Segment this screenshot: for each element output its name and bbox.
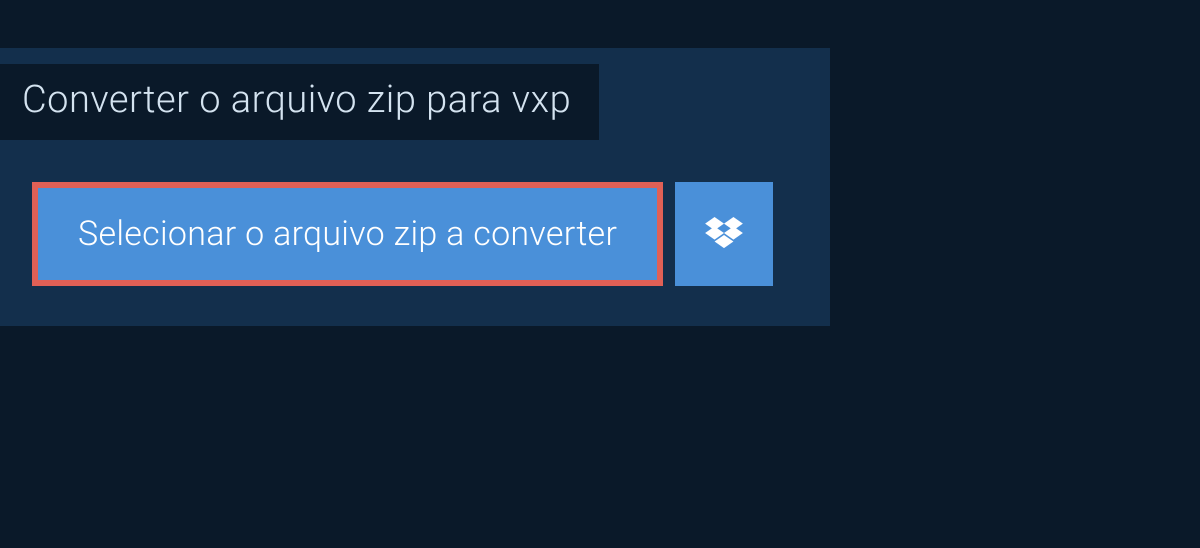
page-title: Converter o arquivo zip para vxp — [22, 78, 571, 122]
select-file-label: Selecionar o arquivo zip a converter — [78, 214, 617, 254]
dropbox-button[interactable] — [675, 182, 773, 286]
select-file-button[interactable]: Selecionar o arquivo zip a converter — [32, 182, 663, 286]
dropbox-icon — [705, 217, 743, 251]
title-bar: Converter o arquivo zip para vxp — [0, 64, 599, 140]
converter-panel: Converter o arquivo zip para vxp Selecio… — [0, 48, 830, 326]
button-row: Selecionar o arquivo zip a converter — [32, 182, 830, 286]
